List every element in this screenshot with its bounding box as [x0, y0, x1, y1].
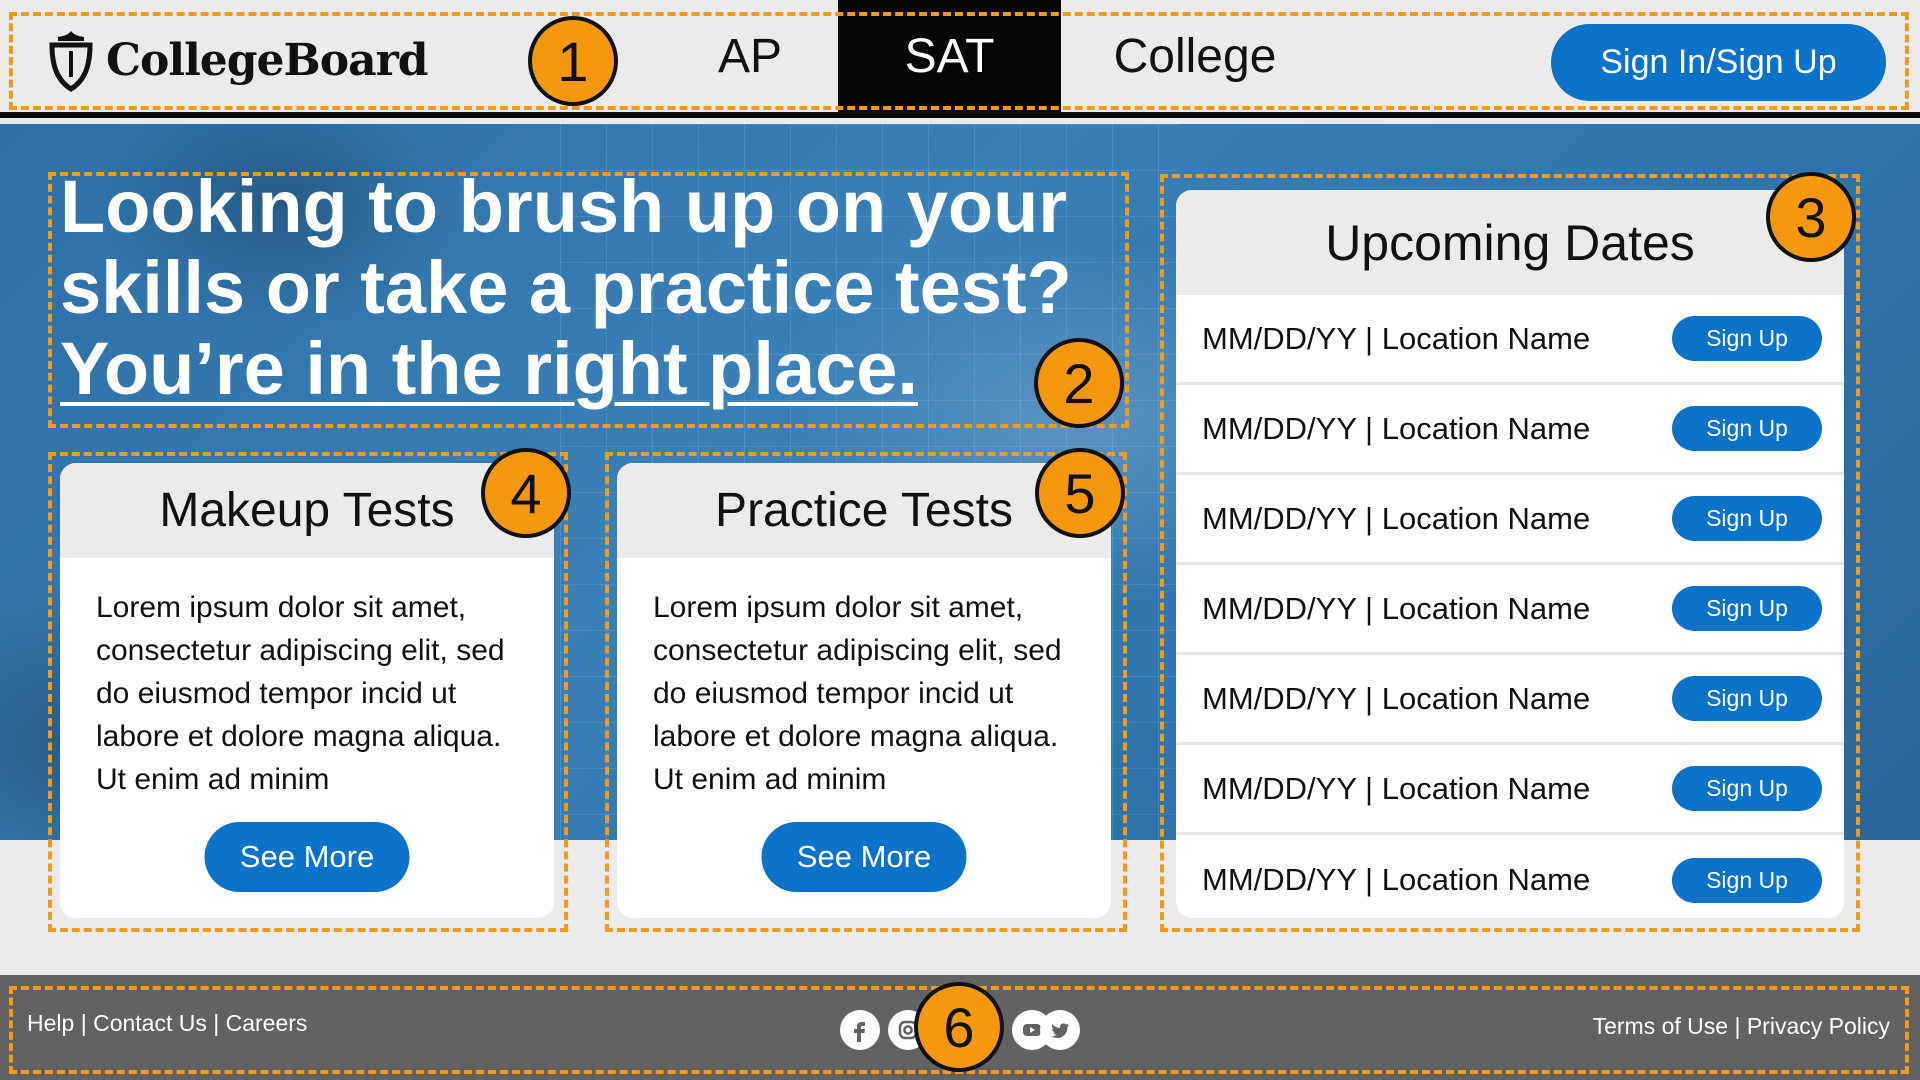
- date-row: MM/DD/YY | Location Name Sign Up: [1176, 475, 1844, 565]
- sign-in-button[interactable]: Sign In/Sign Up: [1551, 24, 1886, 101]
- facebook-glyph: [854, 1022, 865, 1042]
- date-location: MM/DD/YY | Location Name: [1202, 680, 1591, 716]
- card-body: Lorem ipsum dolor sit amet, consectetur …: [96, 591, 505, 796]
- annotation-marker-5: 5: [1035, 448, 1125, 538]
- date-location: MM/DD/YY | Location Name: [1202, 500, 1591, 536]
- logo-text: CollegeBoard: [106, 34, 429, 86]
- date-location: MM/DD/YY | Location Name: [1202, 590, 1591, 626]
- practice-see-more-button[interactable]: See More: [761, 822, 967, 892]
- nav-sat[interactable]: SAT: [838, 0, 1061, 112]
- help-link[interactable]: Help: [27, 1010, 74, 1036]
- sign-up-button[interactable]: Sign Up: [1672, 676, 1822, 721]
- headline-link[interactable]: You’re in the right place.: [60, 328, 918, 409]
- careers-link[interactable]: Careers: [226, 1010, 308, 1036]
- annotation-marker-6: 6: [914, 982, 1004, 1072]
- footer-separator: |: [1734, 1013, 1741, 1039]
- footer-separator: |: [213, 1010, 220, 1036]
- date-row: MM/DD/YY | Location Name Sign Up: [1176, 385, 1844, 475]
- date-row: MM/DD/YY | Location Name Sign Up: [1176, 835, 1844, 918]
- makeup-see-more-button[interactable]: See More: [204, 822, 410, 892]
- practice-tests-card: Practice Tests Lorem ipsum dolor sit ame…: [617, 463, 1111, 918]
- collegeboard-logo[interactable]: CollegeBoard: [44, 24, 429, 96]
- date-row: MM/DD/YY | Location Name Sign Up: [1176, 295, 1844, 385]
- footer-links: Help | Contact Us | Careers: [27, 1010, 307, 1037]
- contact-us-link[interactable]: Contact Us: [93, 1010, 207, 1036]
- card-title: Makeup Tests: [60, 463, 554, 558]
- sign-up-button[interactable]: Sign Up: [1672, 766, 1822, 811]
- annotation-marker-3: 3: [1766, 172, 1856, 262]
- footer-legal-links: Terms of Use | Privacy Policy: [1593, 1013, 1890, 1040]
- privacy-policy-link[interactable]: Privacy Policy: [1747, 1013, 1890, 1039]
- date-location: MM/DD/YY | Location Name: [1202, 862, 1591, 897]
- upcoming-dates-title: Upcoming Dates: [1176, 190, 1844, 295]
- site-header: CollegeBoard AP SAT College Sign In/Sign…: [0, 0, 1920, 118]
- annotation-marker-1: 1: [528, 16, 618, 106]
- date-location: MM/DD/YY | Location Name: [1202, 320, 1591, 356]
- sign-up-button[interactable]: Sign Up: [1672, 316, 1822, 361]
- date-row: MM/DD/YY | Location Name Sign Up: [1176, 745, 1844, 835]
- footer-separator: |: [80, 1010, 87, 1036]
- nav-ap[interactable]: AP: [680, 0, 820, 112]
- headline-line-2: skills or take a practice test?: [60, 246, 1072, 329]
- date-location: MM/DD/YY | Location Name: [1202, 410, 1591, 446]
- date-row: MM/DD/YY | Location Name Sign Up: [1176, 655, 1844, 745]
- sign-up-button[interactable]: Sign Up: [1672, 406, 1822, 451]
- hero-headline: Looking to brush up on your skills or ta…: [60, 166, 1120, 409]
- facebook-icon[interactable]: [840, 1010, 880, 1050]
- date-location: MM/DD/YY | Location Name: [1202, 770, 1591, 806]
- annotation-marker-2: 2: [1034, 338, 1124, 428]
- upcoming-dates-panel: Upcoming Dates MM/DD/YY | Location Name …: [1176, 190, 1844, 918]
- date-row: MM/DD/YY | Location Name Sign Up: [1176, 565, 1844, 655]
- headline-line-1: Looking to brush up on your: [60, 165, 1068, 248]
- sign-up-button[interactable]: Sign Up: [1672, 857, 1822, 903]
- card-body: Lorem ipsum dolor sit amet, consectetur …: [653, 591, 1062, 796]
- makeup-tests-card: Makeup Tests Lorem ipsum dolor sit amet,…: [60, 463, 554, 918]
- acorn-icon: [49, 31, 93, 92]
- terms-of-use-link[interactable]: Terms of Use: [1593, 1013, 1728, 1039]
- twitter-glyph: [1051, 1023, 1069, 1039]
- nav-college[interactable]: College: [1085, 0, 1305, 112]
- annotation-marker-4: 4: [481, 448, 571, 538]
- twitter-icon[interactable]: [1040, 1010, 1080, 1050]
- sign-up-button[interactable]: Sign Up: [1672, 496, 1822, 541]
- sign-up-button[interactable]: Sign Up: [1672, 586, 1822, 631]
